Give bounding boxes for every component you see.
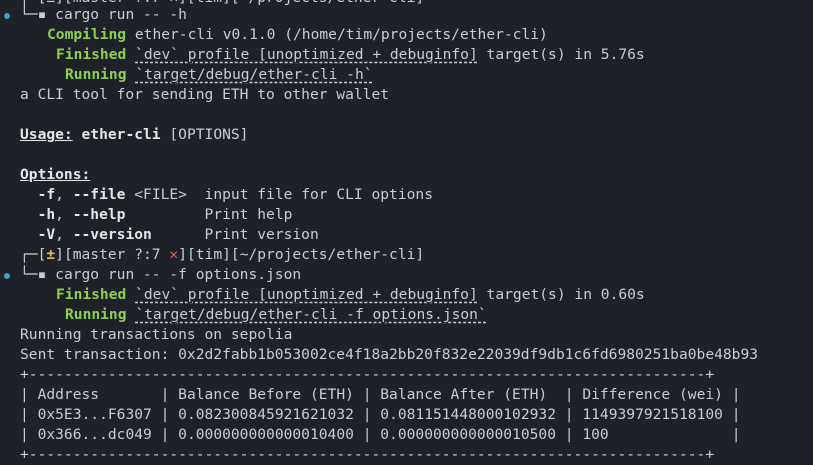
table-border-bottom: +---------------------------------------… [20, 446, 715, 463]
table-row: | 0x5E3...F6307 | 0.082300845921621032 |… [20, 406, 741, 423]
prompt-marker-icon [4, 273, 10, 279]
running-label: Running [65, 66, 127, 83]
command-line-2: └─▪ cargo run -- -f options.json [20, 265, 301, 285]
cell-address: 0x5E3...F6307 [37, 406, 152, 423]
command-text: cargo run -- -f options.json [55, 266, 302, 283]
cell-address: 0x366...dc049 [37, 426, 152, 443]
finished-profile: `dev` profile [unoptimized + debuginfo] [135, 286, 478, 303]
option-long: --file [72, 186, 126, 203]
git-status-icon: ± [46, 246, 56, 263]
finished-rest: target(s) in 5.76s [477, 46, 645, 63]
command-text: cargo run -- -h [55, 6, 187, 23]
finished-label: Finished [56, 286, 127, 303]
options-heading: Options: [20, 165, 90, 185]
finished-label: Finished [56, 46, 127, 63]
cell-balance-before: 0.082300845921621032 [178, 406, 354, 423]
option-short: -f [37, 186, 56, 203]
option-desc: Print help [204, 206, 293, 223]
header-difference: Difference (wei) [582, 386, 723, 403]
running-text: `target/debug/ether-cli -h` [135, 66, 373, 83]
sent-tx-line: Sent transaction: 0x2d2fabb1b053002ce4f1… [20, 346, 759, 363]
cli-description: a CLI tool for sending ETH to other wall… [20, 86, 390, 103]
running-line-2: Running `target/debug/ether-cli -f optio… [65, 305, 487, 325]
usage-args: [OPTIONS] [169, 126, 249, 143]
option-long: --help [72, 206, 126, 223]
finished-line-2: Finished `dev` profile [unoptimized + de… [56, 285, 645, 305]
command-line-1: └─▪ cargo run -- -h [20, 5, 187, 25]
running-line-1: Running `target/debug/ether-cli -h` [65, 65, 373, 85]
option-short: -V [37, 226, 56, 243]
finished-line-1: Finished `dev` profile [unoptimized + de… [56, 45, 645, 65]
finished-profile: `dev` profile [unoptimized + debuginfo] [135, 46, 478, 63]
network-line: Running transactions on sepolia [20, 326, 293, 343]
header-address: Address [37, 386, 100, 403]
prompt-branch: └─▪ [20, 6, 56, 23]
prompt-branch-info: ][master ?:7 [55, 246, 170, 263]
usage-label: Usage: [20, 126, 73, 143]
option-long: --version [72, 226, 152, 243]
compiling-text: ether-cli v0.1.0 (/home/tim/projects/eth… [134, 26, 548, 43]
header-balance-after: Balance After (ETH) [380, 386, 548, 403]
table-header-row: | Address | Balance Before (ETH) | Balan… [20, 386, 741, 403]
option-desc: input file for CLI options [204, 186, 433, 203]
cell-difference: 1149397921518100 [582, 406, 723, 423]
usage-line: Usage: ether-cli [OPTIONS] [20, 125, 248, 145]
prompt-line-2: ┌─[±][master ?:7 ✕][tim][~/projects/ethe… [20, 245, 424, 265]
prompt-path: ][tim][~/projects/ether-cli] [178, 246, 425, 263]
option-short: -h [37, 206, 56, 223]
finished-rest: target(s) in 0.60s [477, 286, 645, 303]
prompt-open: ┌─[ [20, 246, 47, 263]
prompt-marker-icon [4, 13, 10, 19]
prompt-branch: └─▪ [20, 266, 56, 283]
cell-balance-before: 0.000000000000010400 [178, 426, 354, 443]
option-row: -V, --version Print version [37, 226, 319, 243]
options-label: Options: [20, 166, 91, 183]
header-balance-before: Balance Before (ETH) [178, 386, 354, 403]
cell-balance-after: 0.081151448000102932 [380, 406, 556, 423]
dirty-x-icon: ✕ [169, 246, 179, 263]
running-text: `target/debug/ether-cli -f options.json` [135, 306, 487, 323]
table-row: | 0x366...dc049 | 0.000000000000010400 |… [20, 426, 741, 443]
table-border-top: +---------------------------------------… [20, 366, 715, 383]
option-desc: Print version [204, 226, 319, 243]
cell-balance-after: 0.000000000000010500 [380, 426, 556, 443]
terminal-window[interactable]: ┌─[±][master ?:7 ✕][tim][~/projects/ethe… [0, 0, 813, 465]
usage-command: ether-cli [81, 126, 161, 143]
option-arg: <FILE> [134, 186, 187, 203]
cell-difference: 100 [582, 426, 609, 443]
compiling-line: Compiling ether-cli v0.1.0 (/home/tim/pr… [47, 25, 548, 45]
option-row: -f, --file <FILE> input file for CLI opt… [37, 186, 433, 203]
running-label: Running [65, 306, 127, 323]
compiling-label: Compiling [47, 26, 127, 43]
option-row: -h, --help Print help [37, 206, 293, 223]
